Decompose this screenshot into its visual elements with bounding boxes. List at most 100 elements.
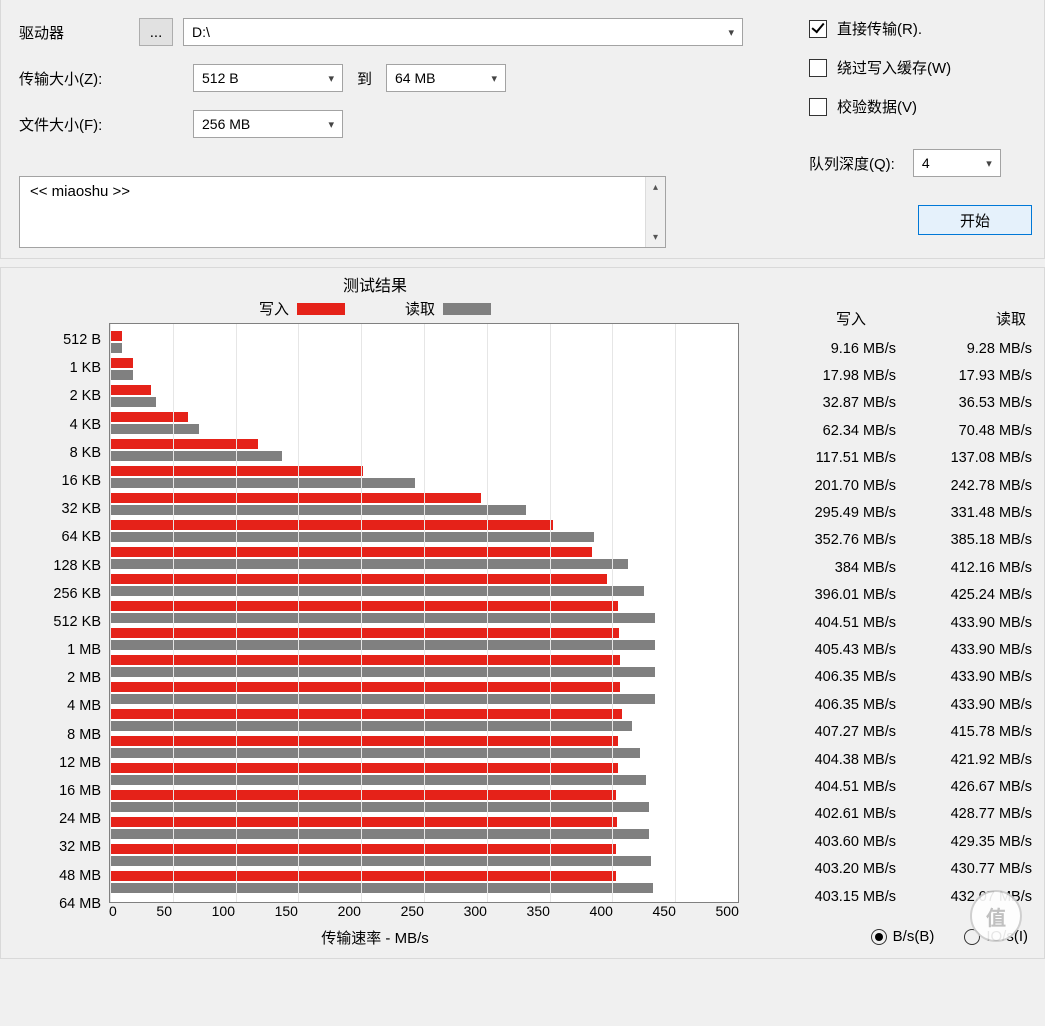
read-value: 385.18 MB/s [914, 532, 1032, 548]
read-value: 433.90 MB/s [914, 669, 1032, 685]
values-header: 写入 读取 [759, 308, 1034, 335]
y-tick-label: 512 KB [11, 609, 105, 636]
bar-写入 [110, 574, 607, 584]
direct-transfer-label: 直接传输(R). [837, 18, 922, 39]
transfer-max-value: 64 MB [395, 70, 435, 86]
y-tick-label: 64 MB [11, 891, 105, 918]
write-value: 117.51 MB/s [778, 450, 896, 466]
start-button[interactable]: 开始 [918, 205, 1032, 235]
bar-读取 [110, 586, 644, 596]
x-tick-label: 150 [275, 903, 298, 919]
value-row: 117.51 MB/s137.08 MB/s [759, 445, 1034, 472]
write-value: 402.61 MB/s [778, 806, 896, 822]
value-row: 403.60 MB/s 429.35 MB/s [759, 828, 1034, 855]
read-value: 433.90 MB/s [914, 615, 1032, 631]
x-tick-label: 50 [156, 903, 172, 919]
bar-读取 [110, 856, 651, 866]
verify-label: 校验数据(V) [837, 96, 917, 117]
queue-depth-combo[interactable]: 4 ▾ [913, 149, 1001, 177]
to-label: 到 [353, 68, 376, 89]
read-value: 70.48 MB/s [914, 423, 1032, 439]
read-value: 426.67 MB/s [914, 779, 1032, 795]
x-axis-ticks: 050100150200250300350400450500 [109, 903, 739, 919]
write-value: 17.98 MB/s [778, 368, 896, 384]
chevron-down-icon: ▾ [986, 157, 992, 170]
bar-写入 [110, 385, 151, 395]
chevron-down-icon: ▾ [728, 26, 734, 39]
bar-写入 [110, 790, 616, 800]
radio-on-icon [871, 929, 887, 945]
options-panel: 驱动器 ... D:\ ▾ 传输大小(Z): 512 B ▾ 到 64 MB ▾ [0, 0, 1045, 259]
value-row: 403.20 MB/s430.77 MB/s [759, 855, 1034, 882]
y-tick-label: 24 MB [11, 806, 105, 833]
write-value: 406.35 MB/s [778, 669, 896, 685]
read-value: 17.93 MB/s [914, 368, 1032, 384]
write-value: 404.38 MB/s [778, 752, 896, 768]
bypass-cache-label: 绕过写入缓存(W) [837, 57, 951, 78]
x-tick-label: 250 [401, 903, 424, 919]
write-value: 403.60 MB/s [778, 834, 896, 850]
verify-checkbox[interactable]: 校验数据(V) [809, 96, 1032, 117]
x-tick-label: 350 [527, 903, 550, 919]
bar-写入 [110, 601, 618, 611]
bar-写入 [110, 412, 188, 422]
y-tick-label: 48 MB [11, 863, 105, 890]
header-read: 读取 [926, 308, 1026, 329]
read-value: 9.28 MB/s [914, 341, 1032, 357]
read-value: 421.92 MB/s [914, 752, 1032, 768]
write-value: 396.01 MB/s [778, 587, 896, 603]
write-value: 384 MB/s [778, 560, 896, 576]
bar-写入 [110, 844, 616, 854]
scroll-up-icon[interactable]: ▴ [646, 177, 665, 197]
y-tick-label: 64 KB [11, 524, 105, 551]
chart-title: 测试结果 [11, 268, 739, 298]
y-tick-label: 512 B [11, 327, 105, 354]
drive-label: 驱动器 [19, 22, 129, 43]
x-tick-label: 200 [338, 903, 361, 919]
transfer-max-combo[interactable]: 64 MB ▾ [386, 64, 506, 92]
watermark-icon: 值 [970, 890, 1022, 942]
y-tick-label: 16 MB [11, 778, 105, 805]
y-tick-label: 8 MB [11, 722, 105, 749]
x-tick-label: 0 [109, 903, 117, 919]
write-value: 32.87 MB/s [778, 395, 896, 411]
bar-写入 [110, 493, 481, 503]
scrollbar[interactable]: ▴▾ [645, 177, 665, 247]
queue-depth-row: 队列深度(Q): 4 ▾ [809, 149, 1032, 177]
y-tick-label: 4 MB [11, 693, 105, 720]
y-axis-labels: 512 B1 KB2 KB4 KB8 KB16 KB32 KB64 KB128 … [11, 327, 105, 918]
unit-bps-radio[interactable]: B/s(B) [871, 928, 935, 945]
bar-读取 [110, 478, 415, 488]
transfer-min-combo[interactable]: 512 B ▾ [193, 64, 343, 92]
legend-read: 读取 [405, 298, 491, 319]
value-row: 384 MB/s412.16 MB/s [759, 554, 1034, 581]
y-tick-label: 256 KB [11, 581, 105, 608]
y-tick-label: 4 KB [11, 412, 105, 439]
x-tick-label: 400 [590, 903, 613, 919]
value-row: 406.35 MB/s433.90 MB/s [759, 691, 1034, 718]
bar-读取 [110, 667, 655, 677]
value-row: 32.87 MB/s36.53 MB/s [759, 390, 1034, 417]
direct-transfer-checkbox[interactable]: 直接传输(R). [809, 18, 1032, 39]
queue-depth-label: 队列深度(Q): [809, 153, 895, 174]
file-size-combo[interactable]: 256 MB ▾ [193, 110, 343, 138]
chart-legend: 写入 读取 [11, 298, 739, 323]
drive-combo[interactable]: D:\ ▾ [183, 18, 743, 46]
y-tick-label: 32 MB [11, 834, 105, 861]
value-row: 402.61 MB/s428.77 MB/s [759, 801, 1034, 828]
bar-读取 [110, 829, 649, 839]
description-textarea[interactable]: << miaoshu >> ▴▾ [19, 176, 666, 248]
transfer-size-row: 传输大小(Z): 512 B ▾ 到 64 MB ▾ [19, 64, 799, 92]
bar-写入 [110, 331, 122, 341]
bar-读取 [110, 397, 156, 407]
bar-读取 [110, 343, 122, 353]
bar-写入 [110, 655, 620, 665]
read-value: 433.90 MB/s [914, 642, 1032, 658]
write-value: 403.20 MB/s [778, 861, 896, 877]
write-value: 352.76 MB/s [778, 532, 896, 548]
bar-写入 [110, 682, 620, 692]
scroll-down-icon[interactable]: ▾ [646, 227, 665, 247]
bypass-cache-checkbox[interactable]: 绕过写入缓存(W) [809, 57, 1032, 78]
read-value: 429.35 MB/s [914, 834, 1032, 850]
browse-button[interactable]: ... [139, 18, 173, 46]
